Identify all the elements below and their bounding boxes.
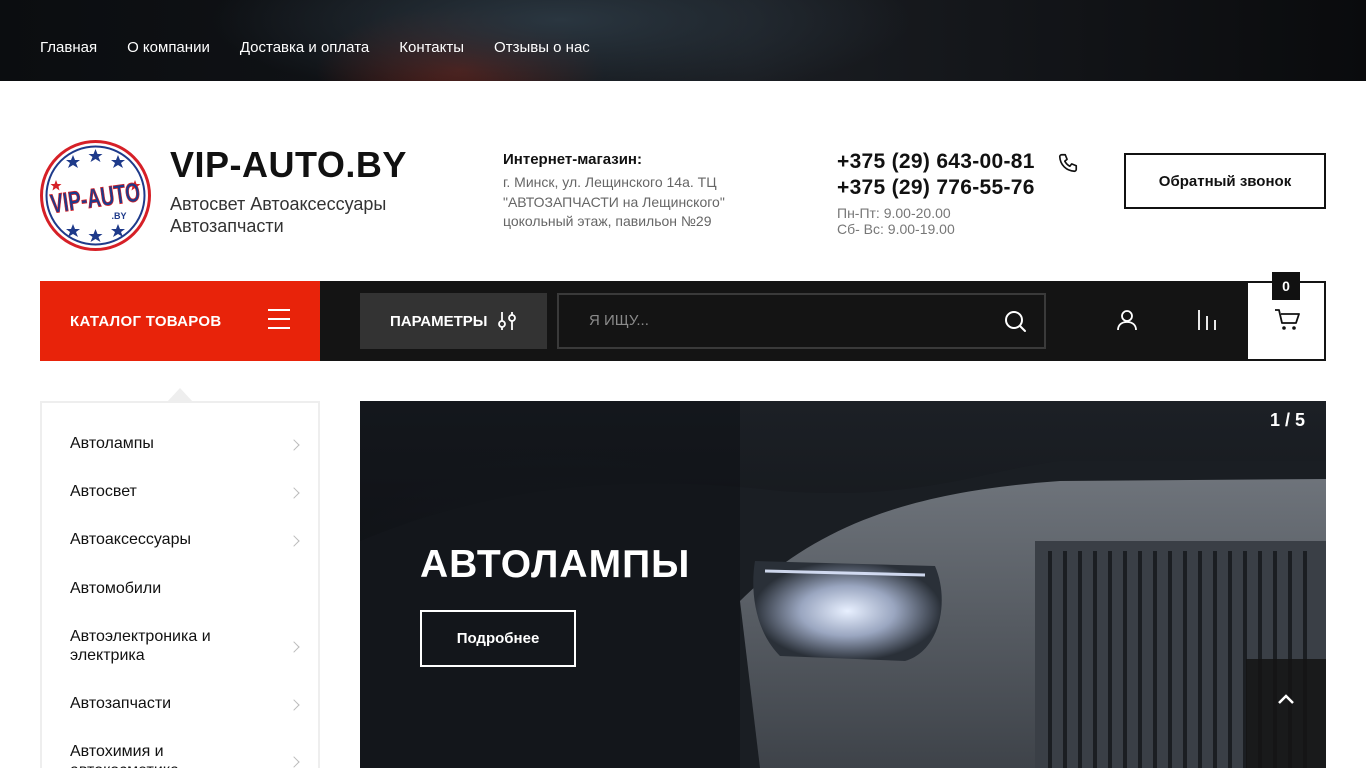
scroll-to-top-button[interactable] (1246, 659, 1326, 768)
nav-link-contacts[interactable]: Контакты (399, 38, 464, 58)
catalog-sidebar: Автолампы Автосвет Автоаксессуары Автомо… (40, 401, 320, 768)
phone-number-1[interactable]: +375 (29) 643-00-81 (837, 150, 1035, 174)
slide-more-button[interactable]: Подробнее (420, 610, 576, 667)
sidebar-pointer (167, 388, 193, 402)
sidebar-item-cars[interactable]: Автомобили (70, 579, 300, 598)
top-nav: Главная О компании Доставка и оплата Кон… (40, 38, 590, 58)
user-account-icon[interactable] (1115, 308, 1139, 332)
callback-button[interactable]: Обратный звонок (1124, 153, 1326, 209)
search-box (557, 293, 1046, 349)
sidebar-item-accessories[interactable]: Автоаксессуары (70, 530, 300, 549)
cart-icon[interactable] (1274, 308, 1300, 332)
parameters-button[interactable]: ПАРАМЕТРЫ (360, 293, 547, 349)
hours-weekdays: Пн-Пт: 9.00-20.00 (837, 205, 951, 221)
sidebar-item-chemicals[interactable]: Автохимия и автокосметика (70, 742, 245, 768)
catalog-label: КАТАЛОГ ТОВАРОВ (70, 312, 222, 330)
menu-burger-icon[interactable] (268, 309, 290, 329)
site-logo[interactable]: VIP-AUTO .BY (40, 140, 151, 251)
shop-title: Интернет-магазин: (503, 151, 642, 168)
sliders-icon[interactable] (496, 310, 518, 332)
sidebar-item-electronics[interactable]: Автоэлектроника и электрика (70, 627, 245, 665)
hours-weekends: Сб- Вс: 9.00-19.00 (837, 221, 955, 237)
chevron-up-icon[interactable] (1277, 693, 1295, 705)
nav-link-reviews[interactable]: Отзывы о нас (494, 38, 590, 58)
sidebar-item-autolamps[interactable]: Автолампы (70, 434, 300, 453)
compare-icon[interactable] (1195, 308, 1219, 332)
chevron-right-icon (288, 641, 300, 653)
nav-link-delivery[interactable]: Доставка и оплата (240, 38, 369, 58)
slide-counter: 1 / 5 (1270, 410, 1306, 430)
phone-number-2[interactable]: +375 (29) 776-55-76 (837, 176, 1035, 200)
chevron-right-icon (288, 756, 300, 768)
slide-title: АВТОЛАМПЫ (420, 543, 691, 586)
svg-text:.BY: .BY (111, 211, 126, 221)
nav-link-home[interactable]: Главная (40, 38, 97, 58)
site-name[interactable]: VIP-AUTO.BY (170, 144, 407, 186)
top-navigation-bar: Главная О компании Доставка и оплата Кон… (0, 0, 1366, 81)
cart-count-badge: 0 (1272, 272, 1300, 300)
search-icon[interactable] (1003, 309, 1027, 333)
site-tagline: Автосвет Автоаксессуары Автозапчасти (170, 194, 387, 236)
sidebar-item-autolight[interactable]: Автосвет (70, 482, 300, 501)
sidebar-item-parts[interactable]: Автозапчасти (70, 694, 300, 713)
nav-link-about[interactable]: О компании (127, 38, 210, 58)
working-hours: Пн-Пт: 9.00-20.00 Сб- Вс: 9.00-19.00 (837, 205, 955, 237)
phone-icon[interactable] (1057, 152, 1079, 174)
search-input[interactable] (589, 312, 989, 329)
parameters-label: ПАРАМЕТРЫ (390, 312, 488, 330)
shop-address: г. Минск, ул. Лещинского 14а. ТЦ "АВТОЗА… (503, 174, 725, 229)
